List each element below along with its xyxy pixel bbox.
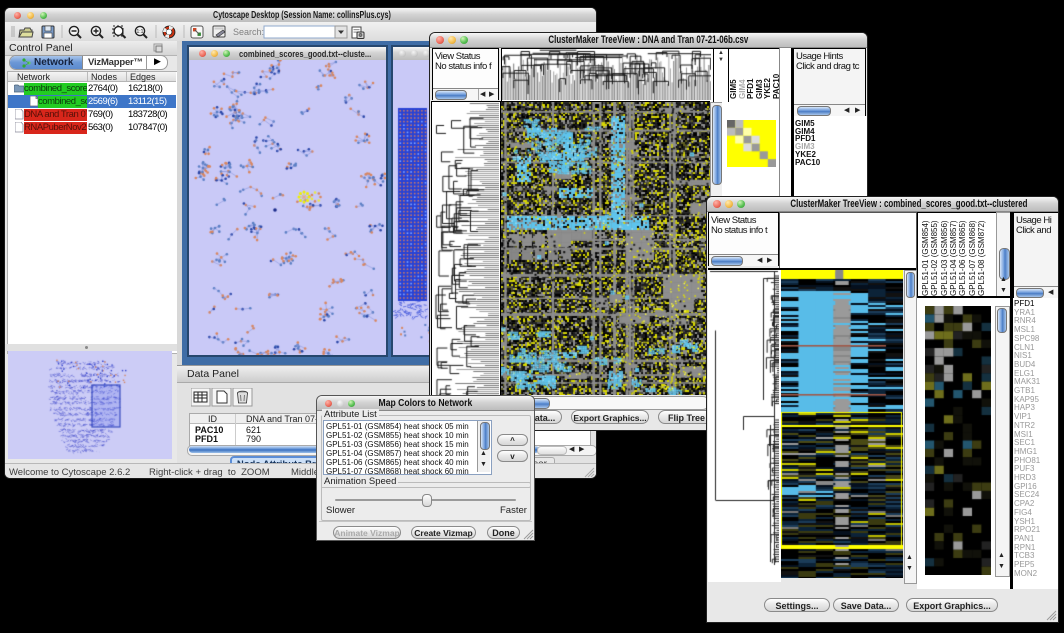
svg-text:1:1: 1:1 <box>137 29 144 35</box>
svg-text:Search:: Search: <box>233 27 264 37</box>
